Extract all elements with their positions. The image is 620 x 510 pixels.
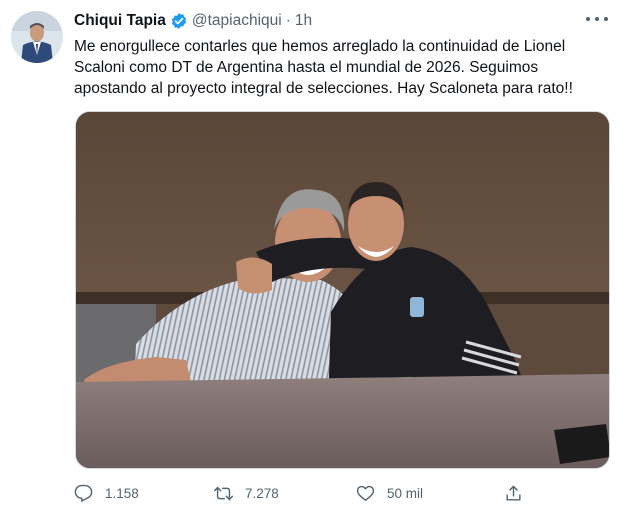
tweet-photo[interactable] — [75, 111, 610, 469]
share-icon — [506, 485, 521, 501]
tweet-text-line: apostando al proyecto integral de selecc… — [74, 80, 573, 97]
reply-icon — [74, 484, 93, 502]
tweet-actions: 1.158 7.278 50 mil — [74, 480, 614, 506]
retweet-button[interactable]: 7.278 — [214, 480, 279, 506]
tweet-header: Chiqui Tapia @tapiachiqui · 1h — [74, 10, 312, 32]
reply-button[interactable]: 1.158 — [74, 480, 139, 506]
author-name[interactable]: Chiqui Tapia — [74, 12, 166, 30]
like-count: 50 mil — [387, 485, 424, 501]
verified-badge-icon — [170, 12, 188, 30]
retweet-count: 7.278 — [245, 485, 279, 501]
reply-count: 1.158 — [105, 485, 139, 501]
share-button[interactable] — [504, 480, 535, 506]
like-button[interactable]: 50 mil — [356, 480, 423, 506]
separator-dot: · — [285, 12, 291, 29]
retweet-icon — [214, 486, 233, 500]
tweet-text-line: Me enorgullece contarles que hemos arreg… — [74, 38, 566, 55]
tweet-card[interactable]: Chiqui Tapia @tapiachiqui · 1h Me enorgu… — [0, 0, 620, 510]
like-icon — [356, 485, 375, 501]
tweet-text-line: Scaloni como DT de Argentina hasta el mu… — [74, 59, 539, 76]
tweet-time[interactable]: 1h — [295, 12, 312, 30]
avatar[interactable] — [11, 11, 63, 63]
more-icon[interactable] — [586, 12, 608, 26]
tweet-text: Me enorgullece contarles que hemos arreg… — [74, 36, 614, 99]
author-handle[interactable]: @tapiachiqui — [192, 12, 282, 30]
